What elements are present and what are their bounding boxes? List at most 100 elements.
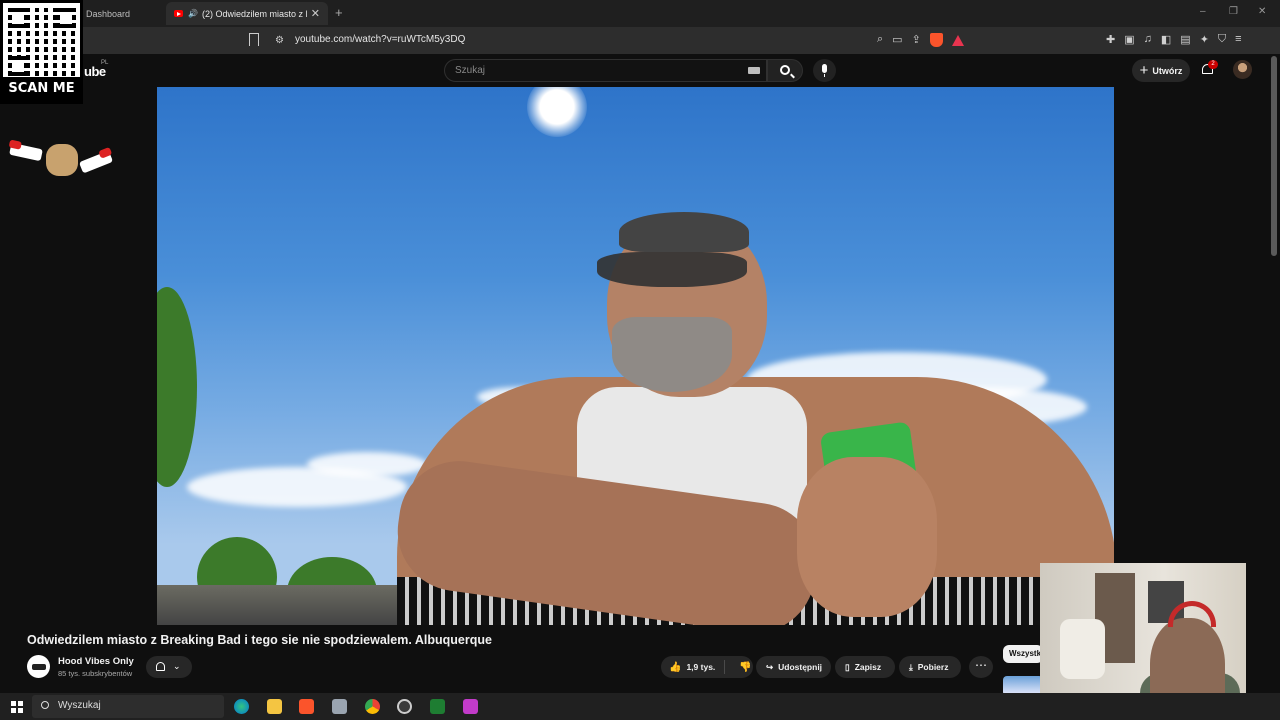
voice-search-button[interactable] xyxy=(813,59,836,82)
download-label: Pobierz xyxy=(917,662,949,672)
youtube-region-label: PL xyxy=(101,60,109,66)
video-title: Odwiedzilem miasto z Breaking Bad i tego… xyxy=(27,633,492,647)
close-window-button[interactable]: ✕ xyxy=(1258,6,1266,17)
subscription-bell-button[interactable]: ⌄ xyxy=(146,656,192,678)
tab-label: (2) Odwiedzilem miasto z Bre xyxy=(201,8,307,19)
qr-code-overlay: SCAN ME xyxy=(0,0,83,104)
minimize-button[interactable]: – xyxy=(1200,6,1206,17)
plus-icon: + xyxy=(1139,62,1149,79)
notification-badge: 2 xyxy=(1208,60,1218,69)
room-chair xyxy=(1060,619,1105,679)
brave-icon[interactable] xyxy=(299,699,314,714)
tab-dashboard[interactable]: Dashboard xyxy=(78,2,164,25)
restore-button[interactable]: ❐ xyxy=(1229,6,1238,17)
media-control-icon[interactable]: ♫ xyxy=(1144,33,1152,46)
youtube-logo[interactable]: ube xyxy=(84,64,106,79)
like-count: 1,9 tys. xyxy=(686,662,716,672)
chevron-down-icon: ⌄ xyxy=(173,661,181,671)
terminal-icon[interactable] xyxy=(430,699,445,714)
create-button[interactable]: + Utwórz xyxy=(1132,59,1190,82)
taskbar-search-label: Wyszukaj xyxy=(58,700,101,711)
windows-taskbar: Wyszukaj xyxy=(0,693,1280,720)
like-dislike-group: 👍 1,9 tys. 👎 xyxy=(661,656,753,678)
more-actions-button[interactable]: ⋯ xyxy=(969,656,993,678)
save-button[interactable]: ▯ Zapisz xyxy=(835,656,895,678)
sun xyxy=(527,87,587,137)
bookmark-icon: ▯ xyxy=(845,661,850,672)
save-label: Zapisz xyxy=(854,662,882,672)
url-field[interactable]: youtube.com/watch?v=ruWTcM5y3DQ xyxy=(295,34,465,45)
person-hair xyxy=(619,212,749,252)
qr-label: SCAN ME xyxy=(3,77,80,101)
channel-logo-icon xyxy=(31,663,46,670)
channel-name[interactable]: Hood Vibes Only xyxy=(58,656,134,667)
site-info-icon[interactable]: ⚙ xyxy=(275,35,284,46)
vpn-shield-icon[interactable]: ⛉ xyxy=(1218,33,1226,46)
thumbs-up-icon: 👍 xyxy=(669,661,682,673)
share-icon: ↪ xyxy=(766,661,774,672)
search-input[interactable]: Szukaj xyxy=(444,59,767,82)
search-icon xyxy=(780,65,790,75)
tree xyxy=(157,287,197,487)
screen: Dashboard 🔊 (2) Odwiedzilem miasto z Bre… xyxy=(0,0,1280,720)
tab-label: Dashboard xyxy=(86,8,131,19)
download-icon: ⤓ xyxy=(909,661,913,672)
brave-shields-icon[interactable] xyxy=(929,33,943,47)
sunglasses xyxy=(597,252,747,287)
menu-icon[interactable]: ≡ xyxy=(1235,33,1241,46)
search-icon xyxy=(41,701,49,709)
keyboard-icon[interactable] xyxy=(748,67,760,74)
discord-icon[interactable] xyxy=(463,699,478,714)
share-page-icon[interactable]: ⇪ xyxy=(912,33,921,47)
tab-youtube-video[interactable]: 🔊 (2) Odwiedzilem miasto z Bre ✕ xyxy=(166,2,328,25)
cat-icon xyxy=(46,144,78,176)
address-bar-actions: ⌕ ▭ ⇪ xyxy=(877,33,964,47)
extensions-toolbar: ✚ ▣ ♫ ◧ ▤ ✦ ⛉ ≡ xyxy=(1106,33,1242,46)
new-tab-button[interactable]: + xyxy=(335,5,343,20)
windows-start-icon[interactable] xyxy=(11,701,23,713)
wallet-icon[interactable]: ▤ xyxy=(1180,33,1190,46)
file-explorer-icon[interactable] xyxy=(267,699,282,714)
app-icon[interactable] xyxy=(332,699,347,714)
browser-tab-bar: Dashboard 🔊 (2) Odwiedzilem miasto z Bre… xyxy=(0,0,1280,27)
filter-chip-all[interactable]: Wszystkie xyxy=(1003,645,1043,663)
like-button[interactable]: 👍 1,9 tys. xyxy=(661,660,725,674)
share-button[interactable]: ↪ Udostępnij xyxy=(756,656,831,678)
obs-icon[interactable] xyxy=(397,699,412,714)
video-player[interactable] xyxy=(157,87,1114,625)
person-hand xyxy=(797,457,937,617)
sidebar-icon[interactable]: ◧ xyxy=(1161,33,1171,46)
channel-avatar[interactable] xyxy=(27,655,50,678)
search-button[interactable] xyxy=(767,59,803,82)
audio-playing-icon[interactable]: 🔊 xyxy=(188,9,198,18)
youtube-favicon-icon xyxy=(174,10,183,17)
person-beard xyxy=(612,317,732,392)
dislike-button[interactable]: 👎 xyxy=(730,662,751,673)
address-bar: ⚙ youtube.com/watch?v=ruWTcM5y3DQ ⌕ ▭ ⇪ … xyxy=(0,27,1280,54)
cast-icon[interactable]: ▭ xyxy=(892,33,902,47)
zoom-icon[interactable]: ⌕ xyxy=(877,33,883,47)
notifications-button[interactable]: 2 xyxy=(1200,60,1218,77)
edge-icon[interactable] xyxy=(234,699,249,714)
taskbar-search[interactable]: Wyszukaj xyxy=(32,695,224,718)
cloud xyxy=(307,452,427,477)
youtube-header: ube PL Szukaj + Utwórz 2 xyxy=(0,54,1280,87)
chrome-icon[interactable] xyxy=(365,699,380,714)
bookmark-icon[interactable] xyxy=(249,33,259,46)
bell-icon xyxy=(156,662,165,671)
brave-rewards-icon[interactable] xyxy=(951,35,964,46)
create-label: Utwórz xyxy=(1152,65,1183,76)
leo-ai-icon[interactable]: ✦ xyxy=(1200,33,1209,46)
qr-code-icon xyxy=(8,8,76,76)
download-button[interactable]: ⤓ Pobierz xyxy=(899,656,961,678)
cat-sticker-overlay xyxy=(9,140,115,178)
tab-search-icon[interactable]: ▣ xyxy=(1124,33,1134,46)
share-label: Udostępnij xyxy=(778,662,823,672)
subscriber-count: 85 tys. subskrybentów xyxy=(58,669,133,678)
close-tab-icon[interactable]: ✕ xyxy=(311,7,320,20)
scrollbar[interactable] xyxy=(1271,56,1277,256)
pointing-hand-icon xyxy=(9,142,43,162)
avatar[interactable] xyxy=(1233,60,1252,79)
pointing-hand-icon xyxy=(78,150,114,174)
extensions-icon[interactable]: ✚ xyxy=(1106,33,1115,46)
